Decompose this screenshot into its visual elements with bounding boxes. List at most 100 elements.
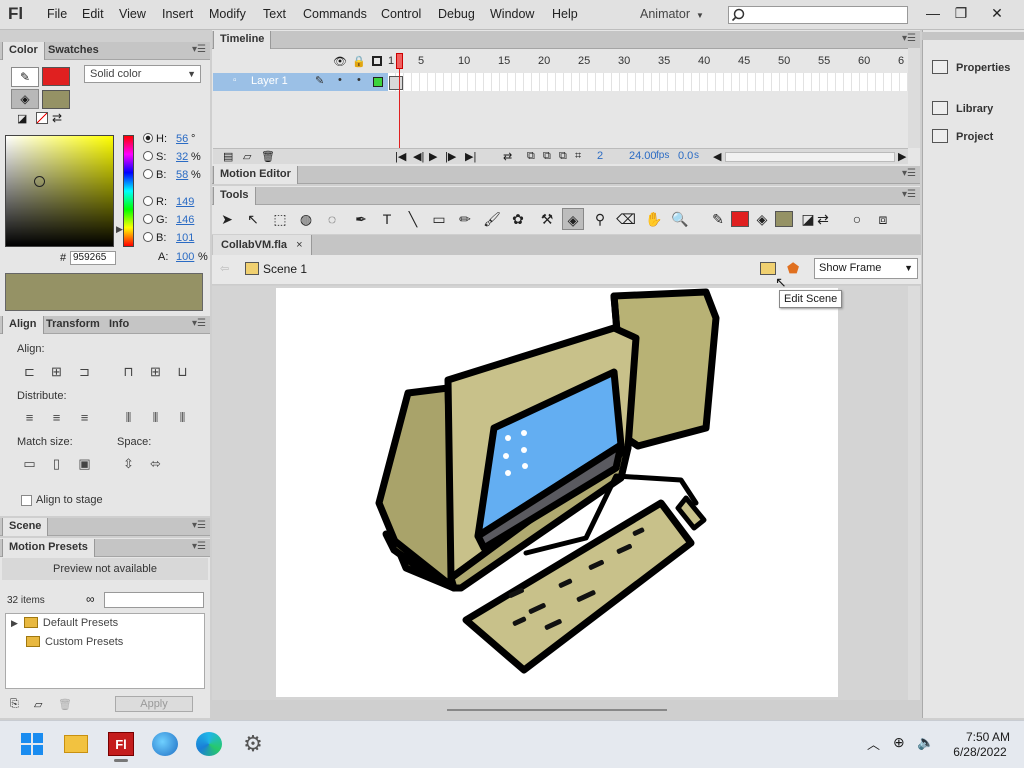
tab-tools[interactable]: Tools xyxy=(213,187,256,205)
pencil-tool-icon[interactable]: ✏ xyxy=(454,208,476,230)
match-both-icon[interactable]: ▣ xyxy=(77,457,92,472)
zoom-tool-icon[interactable]: 🔍 xyxy=(669,208,691,230)
space-horizontal-icon[interactable]: ⬄ xyxy=(148,457,163,472)
tab-info[interactable]: Info xyxy=(103,316,135,334)
scroll-right-icon[interactable]: ▶ xyxy=(898,150,906,163)
eyedropper-tool-icon[interactable]: ⚲ xyxy=(589,208,611,230)
globe-app-icon[interactable] xyxy=(152,732,178,756)
distribute-center-v-icon[interactable]: ≡ xyxy=(49,411,64,426)
layer-color-icon[interactable] xyxy=(373,77,383,87)
settings-gear-icon[interactable]: ⚙ xyxy=(240,732,266,756)
restore-button[interactable]: ❐ xyxy=(946,2,976,24)
search-input[interactable] xyxy=(728,6,908,24)
frame-rate[interactable]: 24.00 xyxy=(629,150,657,162)
library-panel-button[interactable]: Library xyxy=(932,101,993,115)
swap-colors-icon[interactable]: ⇄ xyxy=(52,111,62,125)
project-panel-button[interactable]: Project xyxy=(932,129,993,143)
expand-arrow-icon[interactable]: ▶ xyxy=(11,618,18,628)
outline-icon[interactable] xyxy=(372,56,382,66)
stage[interactable] xyxy=(276,288,838,697)
panel-menu-icon[interactable]: ▾☰ xyxy=(902,189,916,200)
close-icon[interactable]: × xyxy=(296,239,302,251)
last-frame-icon[interactable]: ▶| xyxy=(465,150,476,163)
hue-slider[interactable] xyxy=(123,135,134,247)
menu-modify[interactable]: Modify xyxy=(209,7,246,21)
saturation-radio[interactable] xyxy=(143,151,153,161)
alpha-value[interactable]: 100 xyxy=(176,251,194,263)
clock-date[interactable]: 6/28/2022 xyxy=(946,745,1014,759)
elapsed-time[interactable]: 0.0 xyxy=(678,150,693,162)
workspace-switcher[interactable]: Animator ▼ xyxy=(640,7,704,21)
align-center-h-icon[interactable]: ⊞ xyxy=(49,365,64,380)
tab-swatches[interactable]: Swatches xyxy=(42,42,105,60)
edit-multiple-icon[interactable]: ⧉ xyxy=(559,150,567,163)
panel-menu-icon[interactable]: ▾☰ xyxy=(192,541,206,552)
document-tab[interactable]: CollabVM.fla × xyxy=(213,235,312,255)
blue-field[interactable]: B: 101 xyxy=(143,232,194,244)
menu-help[interactable]: Help xyxy=(552,7,578,21)
panel-menu-icon[interactable]: ▾☰ xyxy=(902,33,916,44)
back-arrow-icon[interactable]: ⇦ xyxy=(220,262,229,275)
distribute-right-icon[interactable]: ⫴ xyxy=(175,411,190,426)
onion-skin-icon[interactable]: ⧉ xyxy=(527,150,535,163)
match-height-icon[interactable]: ▯ xyxy=(49,457,64,472)
distribute-bottom-icon[interactable]: ≡ xyxy=(77,411,92,426)
menu-debug[interactable]: Debug xyxy=(438,7,475,21)
menu-commands[interactable]: Commands xyxy=(303,7,367,21)
3d-rotation-tool-icon[interactable]: ◍ xyxy=(295,208,317,230)
menu-file[interactable]: File xyxy=(47,7,67,21)
first-frame-icon[interactable]: |◀ xyxy=(395,150,406,163)
layer-name[interactable]: Layer 1 xyxy=(251,75,288,87)
tab-scene[interactable]: Scene xyxy=(2,518,49,536)
keyframe[interactable] xyxy=(389,76,403,90)
brightness-field[interactable]: B: 58% xyxy=(143,169,201,181)
hand-tool-icon[interactable]: ✋ xyxy=(643,208,665,230)
rectangle-tool-icon[interactable]: ▭ xyxy=(428,208,450,230)
panel-menu-icon[interactable]: ▾☰ xyxy=(902,168,916,179)
hue-slider-arrow-icon[interactable]: ▶ xyxy=(116,224,123,235)
fill-color-swatch[interactable] xyxy=(42,90,70,109)
red-radio[interactable] xyxy=(143,196,153,206)
panel-menu-icon[interactable]: ▾☰ xyxy=(192,520,206,531)
properties-panel-button[interactable]: Properties xyxy=(932,60,1010,74)
delete-icon[interactable]: 🗑 xyxy=(261,150,275,163)
swap-colors-icon[interactable]: ⇄ xyxy=(812,208,834,230)
align-left-icon[interactable]: ⊏ xyxy=(22,365,37,380)
red-value[interactable]: 149 xyxy=(176,196,194,208)
line-tool-icon[interactable]: ╲ xyxy=(402,208,424,230)
volume-icon[interactable]: 🔈 xyxy=(917,734,934,751)
black-white-icon[interactable]: ◪ xyxy=(17,112,27,125)
menu-control[interactable]: Control xyxy=(381,7,421,21)
align-top-icon[interactable]: ⊓ xyxy=(121,365,136,380)
fill-type-select[interactable]: Solid color ▼ xyxy=(84,65,201,83)
prev-frame-icon[interactable]: ◀| xyxy=(413,150,424,163)
chevron-up-icon[interactable]: ︿ xyxy=(867,734,880,753)
eraser-tool-icon[interactable]: ⌫ xyxy=(615,208,637,230)
onion-markers-icon[interactable]: ⌗ xyxy=(575,150,581,163)
apply-button[interactable]: Apply xyxy=(115,696,193,712)
paint-bucket-tool-icon[interactable]: ◈ xyxy=(562,208,584,230)
menu-window[interactable]: Window xyxy=(490,7,534,21)
distribute-left-icon[interactable]: ⫴ xyxy=(121,411,136,426)
scene-name[interactable]: Scene 1 xyxy=(263,262,307,276)
loop-icon[interactable]: ⇄ xyxy=(503,150,512,163)
green-field[interactable]: G: 146 xyxy=(143,214,194,226)
stage-horizontal-scrollbar[interactable] xyxy=(447,709,667,711)
stroke-color-tool[interactable]: ✎ xyxy=(11,67,39,87)
align-bottom-icon[interactable]: ⊔ xyxy=(175,365,190,380)
green-value[interactable]: 146 xyxy=(176,214,194,226)
edit-scene-icon[interactable] xyxy=(760,262,776,275)
fill-color-tool[interactable]: ◈ xyxy=(11,89,39,109)
pen-tool-icon[interactable]: ✒ xyxy=(350,208,372,230)
new-layer-icon[interactable]: ▤ xyxy=(223,150,233,163)
tab-timeline[interactable]: Timeline xyxy=(213,31,272,49)
menu-view[interactable]: View xyxy=(119,7,146,21)
new-folder-icon[interactable]: ▱ xyxy=(243,150,251,163)
file-explorer-icon[interactable] xyxy=(64,732,90,756)
import-preset-icon[interactable]: ⎘ xyxy=(10,698,19,711)
panel-menu-icon[interactable]: ▾☰ xyxy=(192,44,206,55)
minimize-button[interactable]: — xyxy=(918,2,948,24)
stage-vertical-scrollbar[interactable] xyxy=(908,286,920,700)
brightness-value[interactable]: 58 xyxy=(176,169,188,181)
computer-drawing[interactable] xyxy=(276,288,838,697)
